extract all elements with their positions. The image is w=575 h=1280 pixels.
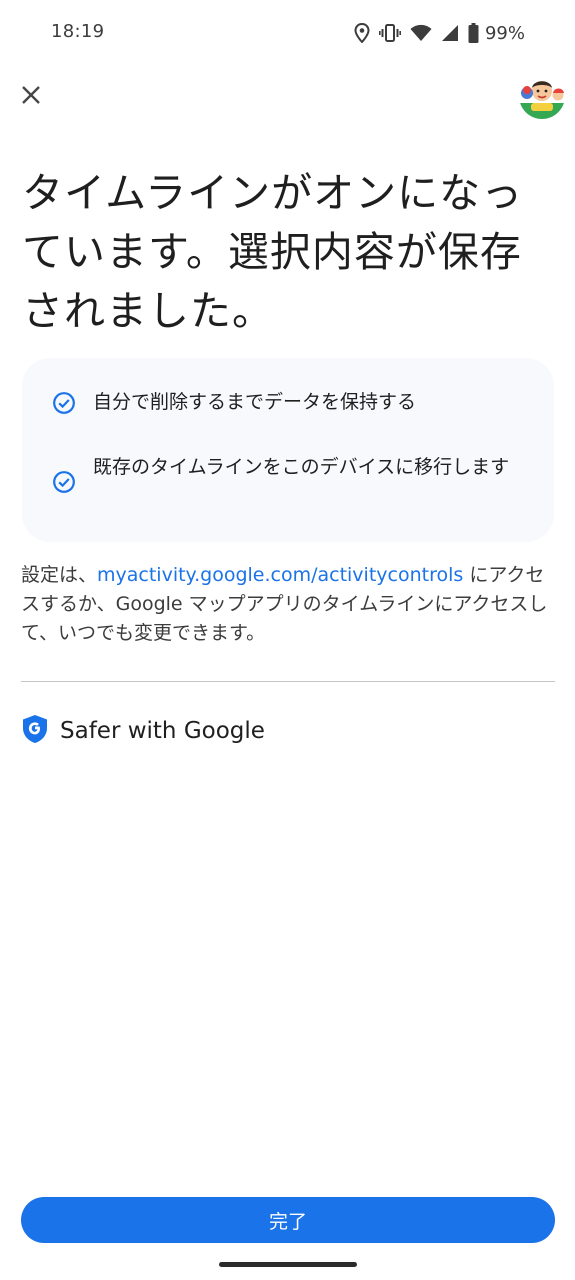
location-icon	[354, 23, 370, 43]
info-prefix: 設定は、	[21, 564, 98, 586]
vibrate-icon	[378, 23, 401, 43]
cellular-signal-icon	[441, 24, 459, 42]
done-button[interactable]: 完了	[21, 1197, 555, 1243]
google-shield-icon	[22, 714, 48, 748]
close-icon	[21, 85, 41, 109]
check-circle-icon	[52, 391, 76, 415]
battery-icon	[468, 23, 479, 43]
list-item-label: 自分で削除するまでデータを保持する	[93, 391, 417, 413]
safer-with-google: Safer with Google	[22, 714, 265, 748]
avatar-image	[519, 73, 565, 119]
status-bar: 18:19 99%	[0, 0, 575, 64]
status-time: 18:19	[51, 21, 105, 42]
status-icons: 99%	[354, 20, 525, 46]
gesture-navigation-bar[interactable]	[219, 1262, 357, 1267]
page-title: タイムラインがオンになっています。選択内容が保存されました。	[22, 169, 524, 335]
settings-summary-card: 自分で削除するまでデータを保持する 既存のタイムラインをこのデバイスに移行します	[22, 358, 554, 542]
account-avatar[interactable]	[519, 73, 565, 119]
close-button[interactable]	[14, 80, 48, 114]
safer-with-google-label: Safer with Google	[60, 718, 265, 744]
activity-controls-link[interactable]: myactivity.google.com/activitycontrols	[97, 564, 463, 586]
screen: 18:19 99% タイムラインがオンになっています。選択内容が保存されました。…	[0, 0, 575, 1280]
divider	[21, 681, 555, 682]
wifi-icon	[410, 24, 432, 42]
list-item-label: 既存のタイムラインをこのデバイスに移行します	[93, 456, 510, 478]
check-circle-icon	[52, 470, 76, 494]
settings-info-text: 設定は、myactivity.google.com/activitycontro…	[21, 561, 556, 648]
battery-percent: 99%	[484, 22, 525, 44]
